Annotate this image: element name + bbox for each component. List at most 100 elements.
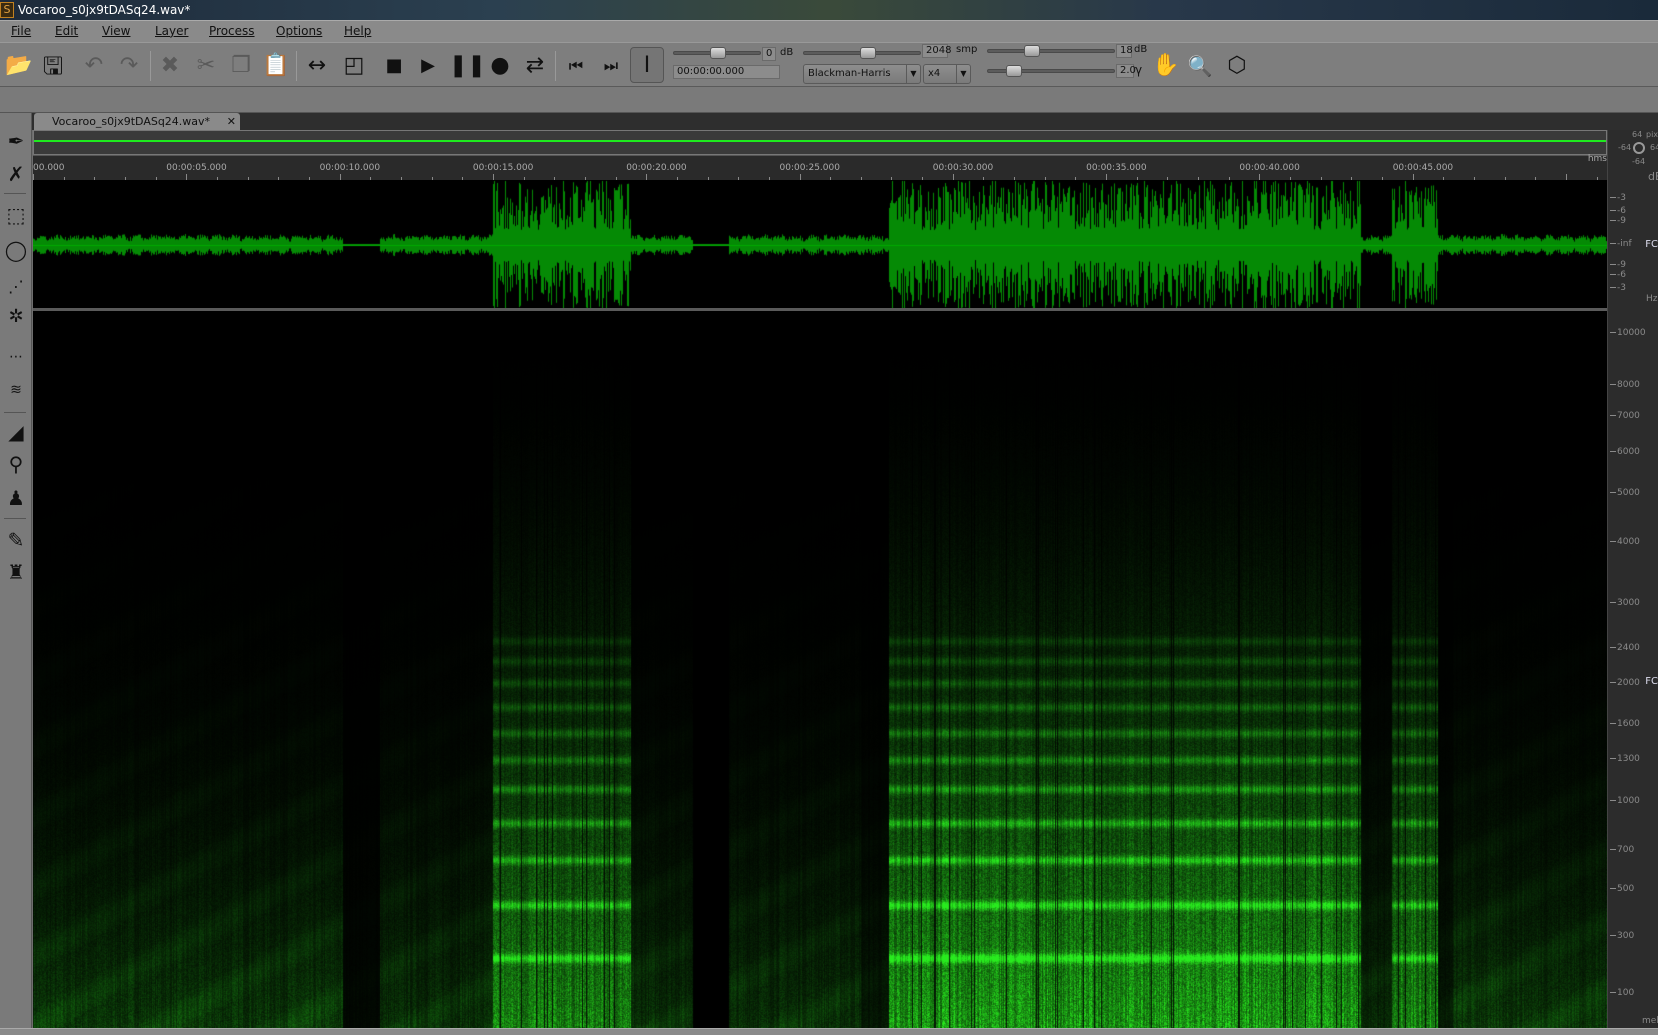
- nav-left-value: -64: [1618, 143, 1632, 152]
- hz-unit: Hz: [1646, 294, 1658, 304]
- save-icon[interactable]: 🖫: [38, 51, 68, 81]
- hz-axis-label: 1000: [1610, 796, 1640, 806]
- time-field[interactable]: 00:00:00.000: [673, 65, 780, 79]
- skip-end-icon[interactable]: ⏭: [596, 51, 626, 81]
- loop-icon[interactable]: ⇄: [520, 51, 550, 81]
- menu-help[interactable]: Help: [344, 24, 371, 38]
- menu-options[interactable]: Options: [276, 24, 322, 38]
- tab-bar: Vocaroo_s0jx9tDASq24.wav* ✕: [32, 113, 1658, 130]
- range-value: 18: [1116, 44, 1133, 58]
- spray-icon[interactable]: ♜: [3, 559, 29, 585]
- menu-file[interactable]: File: [11, 24, 31, 38]
- nav-right-value: 64: [1650, 143, 1658, 152]
- menu-layer[interactable]: Layer: [155, 24, 188, 38]
- rectangle-select-icon[interactable]: ⬚: [3, 202, 29, 228]
- brush-lasso-icon[interactable]: ⋰: [3, 274, 29, 300]
- redo-icon[interactable]: ↷: [114, 51, 144, 81]
- hz-axis-label: 5000: [1610, 488, 1640, 498]
- separator: [4, 518, 26, 519]
- hz-axis-label: 300: [1610, 931, 1634, 941]
- hz-axis-label: 1300: [1610, 754, 1640, 764]
- tab-file[interactable]: Vocaroo_s0jx9tDASq24.wav* ✕: [34, 113, 240, 130]
- record-icon[interactable]: ●: [485, 51, 515, 81]
- window-function-value: Blackman-Harris: [808, 68, 891, 79]
- pause-icon[interactable]: ❚❚: [449, 51, 486, 81]
- nav-bottom-value: -64: [1632, 157, 1646, 166]
- window-function-dropdown[interactable]: Blackman-Harris ▼: [803, 64, 921, 84]
- overlap-dropdown[interactable]: x4 ▼: [923, 64, 971, 84]
- play-icon[interactable]: ▶: [413, 51, 443, 81]
- hz-scale-label: mel: [1642, 1016, 1658, 1026]
- ruler-pencil-icon[interactable]: ✗: [3, 161, 29, 187]
- gamma-value: 2.0: [1116, 64, 1136, 78]
- separator: [150, 51, 151, 81]
- tab-label: Vocaroo_s0jx9tDASq24.wav*: [52, 115, 211, 128]
- db-axis-label: -6: [1610, 206, 1626, 216]
- hz-axis-label: 500: [1610, 884, 1634, 894]
- pipette-icon[interactable]: ✒: [3, 128, 29, 154]
- volume-slider[interactable]: [673, 47, 761, 59]
- fft-size-slider-knob[interactable]: [860, 47, 876, 59]
- undo-icon[interactable]: ↶: [79, 51, 109, 81]
- line-select-icon[interactable]: ⋯: [3, 344, 29, 370]
- cube-3d-icon[interactable]: ⬡: [1222, 51, 1252, 81]
- time-ruler[interactable]: 00.000 00:00:05.000 00:00:10.000 00:00:15.0…: [33, 154, 1607, 180]
- range-slider-knob[interactable]: [1024, 45, 1040, 57]
- magic-wand-icon[interactable]: ✲: [3, 304, 29, 330]
- db-axis-label: -3: [1610, 283, 1626, 293]
- menu-process[interactable]: Process: [209, 24, 255, 38]
- copy-icon[interactable]: ❐: [226, 51, 256, 81]
- title-bar: S Vocaroo_s0jx9tDASq24.wav*: [0, 0, 1658, 20]
- paste-icon[interactable]: 📋: [261, 51, 291, 81]
- crop-icon[interactable]: ◰: [339, 51, 369, 81]
- fft-size-unit: smp: [956, 44, 978, 55]
- spectrogram-view[interactable]: [33, 311, 1607, 1028]
- range-unit: dB: [1134, 44, 1148, 55]
- hz-axis-label: 10000: [1610, 328, 1646, 338]
- hand-pan-icon[interactable]: ✋: [1151, 51, 1181, 81]
- ruler-label: 00.000: [33, 163, 65, 173]
- range-slider[interactable]: [987, 45, 1115, 57]
- ruler-label: 00:00:35.000: [1086, 163, 1147, 173]
- stamp-icon[interactable]: ♟: [3, 485, 29, 511]
- gamma-slider-knob[interactable]: [1006, 65, 1022, 77]
- menu-view[interactable]: View: [102, 24, 130, 38]
- harmonic-select-icon[interactable]: ≋: [3, 377, 29, 403]
- close-icon[interactable]: ✕: [227, 113, 236, 130]
- ruler-label: 00:00:05.000: [166, 163, 227, 173]
- open-folder-icon[interactable]: 📂: [4, 51, 34, 81]
- hz-axis-label: 8000: [1610, 380, 1640, 390]
- gamma-slider[interactable]: [987, 65, 1115, 77]
- hz-fc-label: FC: [1645, 676, 1658, 687]
- pencil-icon[interactable]: ✎: [3, 527, 29, 553]
- overview-scrollbar[interactable]: [33, 130, 1607, 155]
- delete-icon[interactable]: ✖: [155, 51, 185, 81]
- waveform-view[interactable]: [33, 180, 1607, 308]
- hz-axis-label: 6000: [1610, 447, 1640, 457]
- ruler-label: 00:00:15.000: [472, 163, 534, 173]
- skip-start-icon[interactable]: ⏮: [561, 51, 591, 81]
- volume-slider-knob[interactable]: [710, 47, 726, 59]
- horizontal-zoom-icon[interactable]: ↔: [302, 51, 332, 81]
- hz-axis-label: 2400: [1610, 643, 1640, 653]
- menu-bar: File Edit View Layer Process Options Hel…: [0, 20, 1658, 42]
- left-tool-palette: ✒ ✗ ⬚ ◯ ⋰ ✲ ⋯ ≋ ◢ ⚲ ♟ ✎ ♜: [0, 113, 32, 1028]
- eraser-icon[interactable]: ◢: [3, 419, 29, 445]
- cursor-tool-icon[interactable]: I: [630, 47, 664, 83]
- fft-size-value: 2048: [922, 44, 951, 58]
- overlap-value: x4: [928, 68, 941, 79]
- menu-edit[interactable]: Edit: [55, 24, 78, 38]
- clone-magnifier-icon[interactable]: ⚲: [3, 451, 29, 477]
- magnifier-icon[interactable]: 🔍: [1185, 51, 1215, 81]
- ruler-label: 00:00:25.000: [779, 163, 840, 173]
- ruler-unit: hms: [1587, 154, 1607, 164]
- axis-panel: 64 pix -64 64 -64 dB -3-6-9-inf-9-6-3 FC…: [1607, 130, 1658, 1028]
- lasso-icon[interactable]: ◯: [3, 237, 29, 263]
- nav-top-value: 64: [1632, 130, 1643, 139]
- cut-icon[interactable]: ✂: [191, 51, 221, 81]
- navigator-crosshair-icon[interactable]: [1633, 142, 1645, 154]
- db-axis-label: -6: [1610, 270, 1626, 280]
- separator: [4, 412, 26, 413]
- fft-size-slider[interactable]: [803, 47, 921, 59]
- stop-icon[interactable]: ■: [379, 51, 409, 81]
